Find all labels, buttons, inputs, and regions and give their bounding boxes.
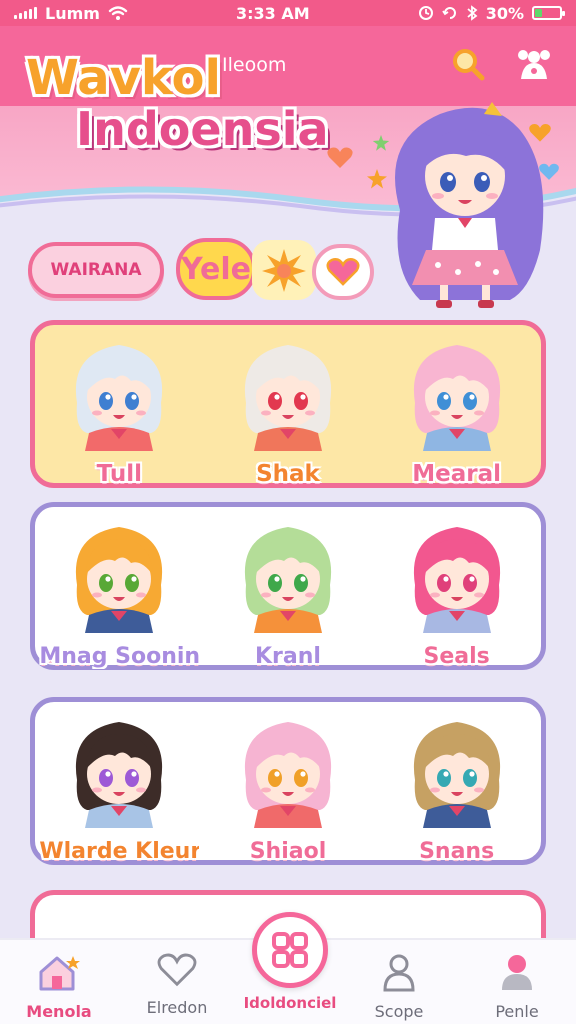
- grid-icon: [272, 932, 308, 968]
- center-action-button[interactable]: [252, 912, 328, 988]
- wifi-icon: [108, 6, 128, 20]
- status-bar: Lumm 3:33 AM 30%: [0, 0, 576, 26]
- character-icon: [518, 50, 550, 79]
- character-avatar: [76, 345, 163, 451]
- alarm-icon: [418, 6, 433, 20]
- filter-chip[interactable]: Yele: [176, 238, 256, 300]
- character-avatar: [413, 722, 500, 828]
- character-name: Tull: [96, 461, 142, 487]
- character-row: Tull Shak Mearal: [30, 320, 546, 488]
- character-avatar: [76, 722, 163, 828]
- character-name: Shak: [256, 461, 320, 487]
- person-icon: [502, 955, 532, 990]
- burst-filter-button[interactable]: [252, 240, 316, 300]
- favorite-filter-button[interactable]: [312, 244, 374, 300]
- home-icon: [39, 956, 80, 991]
- character-name: Mnag Soonin!: [39, 644, 200, 669]
- heart-icon: [326, 258, 360, 286]
- battery-percent: 30%: [485, 3, 524, 23]
- character-avatar: [76, 527, 163, 633]
- profile-icon: [383, 954, 415, 992]
- character-card[interactable]: Wlarde Kleur!: [39, 710, 199, 864]
- character-avatar: [244, 527, 332, 633]
- center-action-label: Idoldonciel: [243, 994, 337, 1012]
- battery-icon: [532, 6, 565, 20]
- character-name: Shiaol: [249, 839, 327, 864]
- brand-subtitle: Indoensia: [76, 102, 329, 156]
- character-avatar: [244, 722, 332, 828]
- character-figure: [244, 722, 332, 828]
- rotate-icon: [441, 7, 456, 19]
- character-name: Mearal: [412, 461, 502, 487]
- character-figure: [76, 345, 163, 451]
- nav-label: Penle: [495, 1002, 539, 1021]
- nav-item-home[interactable]: Menola: [4, 940, 114, 1024]
- character-row: Wlarde Kleur! Shiaol Snans: [30, 697, 546, 865]
- character-figure: [76, 722, 163, 828]
- character-figure: [413, 527, 500, 633]
- status-left: Lumm: [14, 4, 128, 23]
- character-figure: [413, 722, 500, 828]
- character-figure: [244, 345, 332, 451]
- nav-item-favorites[interactable]: Elredon: [122, 940, 232, 1024]
- signal-icon: [14, 7, 37, 19]
- character-menu-button[interactable]: [512, 42, 556, 86]
- character-name: Kranl: [255, 644, 321, 669]
- character-figure: [413, 345, 500, 451]
- brand-title: Wavkol: [26, 50, 221, 106]
- nav-label: Menola: [26, 1002, 92, 1021]
- character-name: Seals: [423, 644, 490, 669]
- nav-label: Scope: [374, 1002, 424, 1021]
- filter-pill[interactable]: WAIRANA: [28, 242, 164, 298]
- character-card[interactable]: Snans: [377, 710, 537, 864]
- bluetooth-icon: [467, 5, 478, 21]
- character-card[interactable]: Mearal: [377, 333, 537, 487]
- character-avatar: [413, 345, 500, 451]
- character-card[interactable]: Shiaol: [208, 710, 368, 864]
- nav-item-profile[interactable]: Penle: [462, 940, 572, 1024]
- battery-level: [535, 9, 543, 17]
- character-name: Wlarde Kleur!: [39, 839, 200, 864]
- character-card[interactable]: Mnag Soonin!: [39, 515, 199, 669]
- character-card[interactable]: Shak: [208, 333, 368, 487]
- heart-sparkle-icon: [327, 147, 353, 168]
- character-figure: [76, 527, 163, 633]
- character-card[interactable]: Kranl: [208, 515, 368, 669]
- character-row: Mnag Soonin! Kranl Seals: [30, 502, 546, 670]
- heart-icon: [157, 953, 197, 987]
- status-time: 3:33 AM: [235, 3, 310, 23]
- nav-item-scope[interactable]: Scope: [344, 940, 454, 1024]
- character-card[interactable]: Seals: [377, 515, 537, 669]
- nav-label: Elredon: [146, 998, 208, 1017]
- mascot-character: [395, 102, 544, 308]
- character-avatar: [244, 345, 332, 451]
- character-card[interactable]: Tull: [39, 333, 199, 487]
- brand-logo: Wavkol Indoensia: [26, 54, 329, 152]
- character-figure: [244, 527, 332, 633]
- character-avatar: [413, 527, 500, 633]
- status-right: 30%: [418, 3, 565, 23]
- carrier-name: Lumm: [45, 3, 100, 23]
- search-icon: [453, 49, 485, 81]
- burst-icon: [262, 249, 306, 292]
- search-button[interactable]: [446, 42, 490, 86]
- character-name: Snans: [419, 839, 495, 864]
